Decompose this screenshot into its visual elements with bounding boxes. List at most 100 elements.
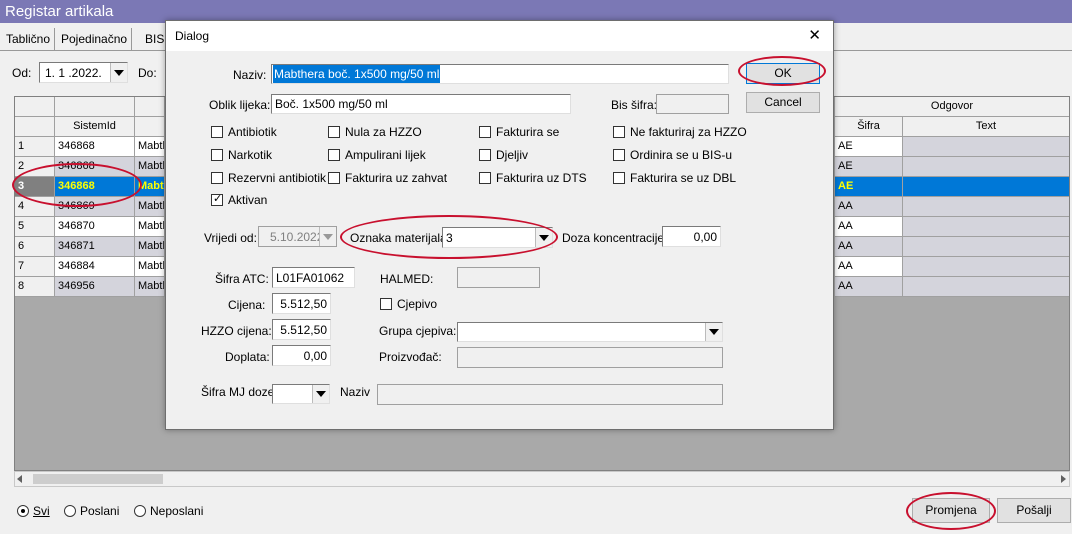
cell-naziv: Mabth <box>135 217 165 237</box>
posalji-button[interactable]: Pošalji <box>997 498 1071 523</box>
dts-checkbox[interactable] <box>479 172 491 184</box>
djeljiv-checkbox[interactable] <box>479 149 491 161</box>
horizontal-scrollbar[interactable] <box>14 471 1070 487</box>
dialog-titlebar: Dialog ✕ <box>166 21 833 51</box>
doplata-field[interactable]: 0,00 <box>272 345 331 366</box>
cell-naziv: Mabth <box>135 277 165 297</box>
grid-group-header-odgovor: Odgovor <box>835 97 1069 117</box>
antibiotik-checkbox[interactable] <box>211 126 223 138</box>
sifra-mj-doze-label: Šifra MJ doze <box>201 385 275 399</box>
chevron-down-icon[interactable] <box>110 63 127 82</box>
oblik-field[interactable]: Boč. 1x500 mg/50 ml <box>271 94 571 114</box>
cell-text <box>903 197 1069 217</box>
chevron-down-icon[interactable] <box>312 385 329 403</box>
radio-neposlani[interactable] <box>134 505 146 517</box>
nula-hzzo-checkbox[interactable] <box>328 126 340 138</box>
ampulirani-label: Ampulirani lijek <box>345 148 426 162</box>
promjena-button[interactable]: Promjena <box>912 498 990 523</box>
vrijedi-label: Vrijedi od: <box>204 231 257 245</box>
radio-svi-label: Svi <box>33 504 50 518</box>
cjepivo-checkbox[interactable] <box>380 298 392 310</box>
row-number: 3 <box>15 177 55 197</box>
narkotik-checkbox[interactable] <box>211 149 223 161</box>
row-number: 2 <box>15 157 55 177</box>
cijena-field[interactable]: 5.512,50 <box>272 293 331 314</box>
cijena-label: Cijena: <box>228 298 266 312</box>
grid-header-naziv[interactable] <box>135 117 165 137</box>
cell-sifra: AA <box>835 237 903 257</box>
cell-text <box>903 277 1069 297</box>
sifra-mj-doze-select[interactable] <box>272 384 330 404</box>
radio-svi[interactable] <box>17 505 29 517</box>
scrollbar-thumb[interactable] <box>33 474 163 484</box>
cell-sistemid: 346956 <box>55 277 135 297</box>
chevron-down-icon[interactable] <box>705 323 722 341</box>
zahvat-checkbox[interactable] <box>328 172 340 184</box>
grupa-cjepiva-select[interactable] <box>457 322 723 342</box>
radio-poslani[interactable] <box>64 505 76 517</box>
ne-fakturiraj-checkbox[interactable] <box>613 126 625 138</box>
naziv-mj-field <box>377 384 723 405</box>
naziv-field[interactable]: Mabthera boč. 1x500 mg/50 ml <box>271 64 729 84</box>
cell-sistemid: 346868 <box>55 177 135 197</box>
grupa-cjepiva-label: Grupa cjepiva: <box>379 324 457 338</box>
cell-naziv: Mabth <box>135 197 165 217</box>
do-label: Do: <box>138 66 157 80</box>
dbl-label: Fakturira se uz DBL <box>630 171 737 185</box>
rezervni-checkbox[interactable] <box>211 172 223 184</box>
oblik-label: Oblik lijeka: <box>209 98 271 112</box>
cancel-label: Cancel <box>764 95 802 109</box>
radio-poslani-label: Poslani <box>80 504 120 518</box>
close-icon[interactable]: ✕ <box>808 26 821 44</box>
aktivan-checkbox[interactable] <box>211 192 223 206</box>
atc-field[interactable]: L01FA01062 <box>272 267 355 288</box>
dts-label: Fakturira uz DTS <box>496 171 587 185</box>
dbl-checkbox[interactable] <box>613 172 625 184</box>
cell-sistemid: 346884 <box>55 257 135 277</box>
antibiotik-label: Antibiotik <box>228 125 277 139</box>
grid-header-blank <box>55 97 135 117</box>
cell-naziv: Mabth <box>135 157 165 177</box>
od-date-picker[interactable]: 1. 1 .2022. <box>39 62 128 83</box>
halmed-field <box>457 267 540 288</box>
dialog-title: Dialog <box>175 29 210 43</box>
grid-header-sistemid[interactable]: SistemId <box>55 117 135 137</box>
hzzo-cijena-value: 5.512,50 <box>280 323 327 337</box>
grid-corner <box>15 97 55 117</box>
bis-sifra-label: Bis šifra: <box>611 98 658 112</box>
naziv-label: Naziv: <box>233 68 267 82</box>
vrijedi-date-picker: 5.10.2022. <box>258 226 337 247</box>
fakturira-checkbox[interactable] <box>479 126 491 138</box>
grid-header-sifra[interactable]: Šifra <box>835 117 903 137</box>
proizvodac-label: Proizvođač: <box>379 350 442 364</box>
hzzo-cijena-field[interactable]: 5.512,50 <box>272 319 331 340</box>
doza-value: 0,00 <box>693 230 717 244</box>
row-number: 5 <box>15 217 55 237</box>
ok-button[interactable]: OK <box>746 63 820 84</box>
grid-header-text[interactable]: Text <box>903 117 1069 137</box>
chevron-down-icon <box>319 227 336 246</box>
scroll-left-icon[interactable] <box>17 475 22 483</box>
cell-sifra: AA <box>835 277 903 297</box>
rezervni-label: Rezervni antibiotik <box>228 171 327 185</box>
cell-sifra: AE <box>835 137 903 157</box>
radio-neposlani-label: Neposlani <box>150 504 204 518</box>
cell-sifra: AE <box>835 177 903 197</box>
cijena-value: 5.512,50 <box>280 297 327 311</box>
tab-pojedinacno[interactable]: Pojedinačno <box>57 28 133 50</box>
ordinira-checkbox[interactable] <box>613 149 625 161</box>
naziv-value: Mabthera boč. 1x500 mg/50 ml <box>273 65 441 83</box>
chevron-down-icon[interactable] <box>535 228 552 247</box>
ampulirani-checkbox[interactable] <box>328 149 340 161</box>
scroll-right-icon[interactable] <box>1061 475 1066 483</box>
tab-tablicno[interactable]: Tablično <box>2 28 56 50</box>
ne-fakturiraj-label: Ne fakturiraj za HZZO <box>630 125 747 139</box>
proizvodac-field <box>457 347 723 368</box>
doplata-value: 0,00 <box>303 349 327 363</box>
oznaka-materijala-select[interactable]: 3 <box>442 227 553 248</box>
cancel-button[interactable]: Cancel <box>746 92 820 113</box>
nula-hzzo-label: Nula za HZZO <box>345 125 422 139</box>
doza-field[interactable]: 0,00 <box>662 226 721 247</box>
bis-sifra-field <box>656 94 729 114</box>
cell-text <box>903 217 1069 237</box>
